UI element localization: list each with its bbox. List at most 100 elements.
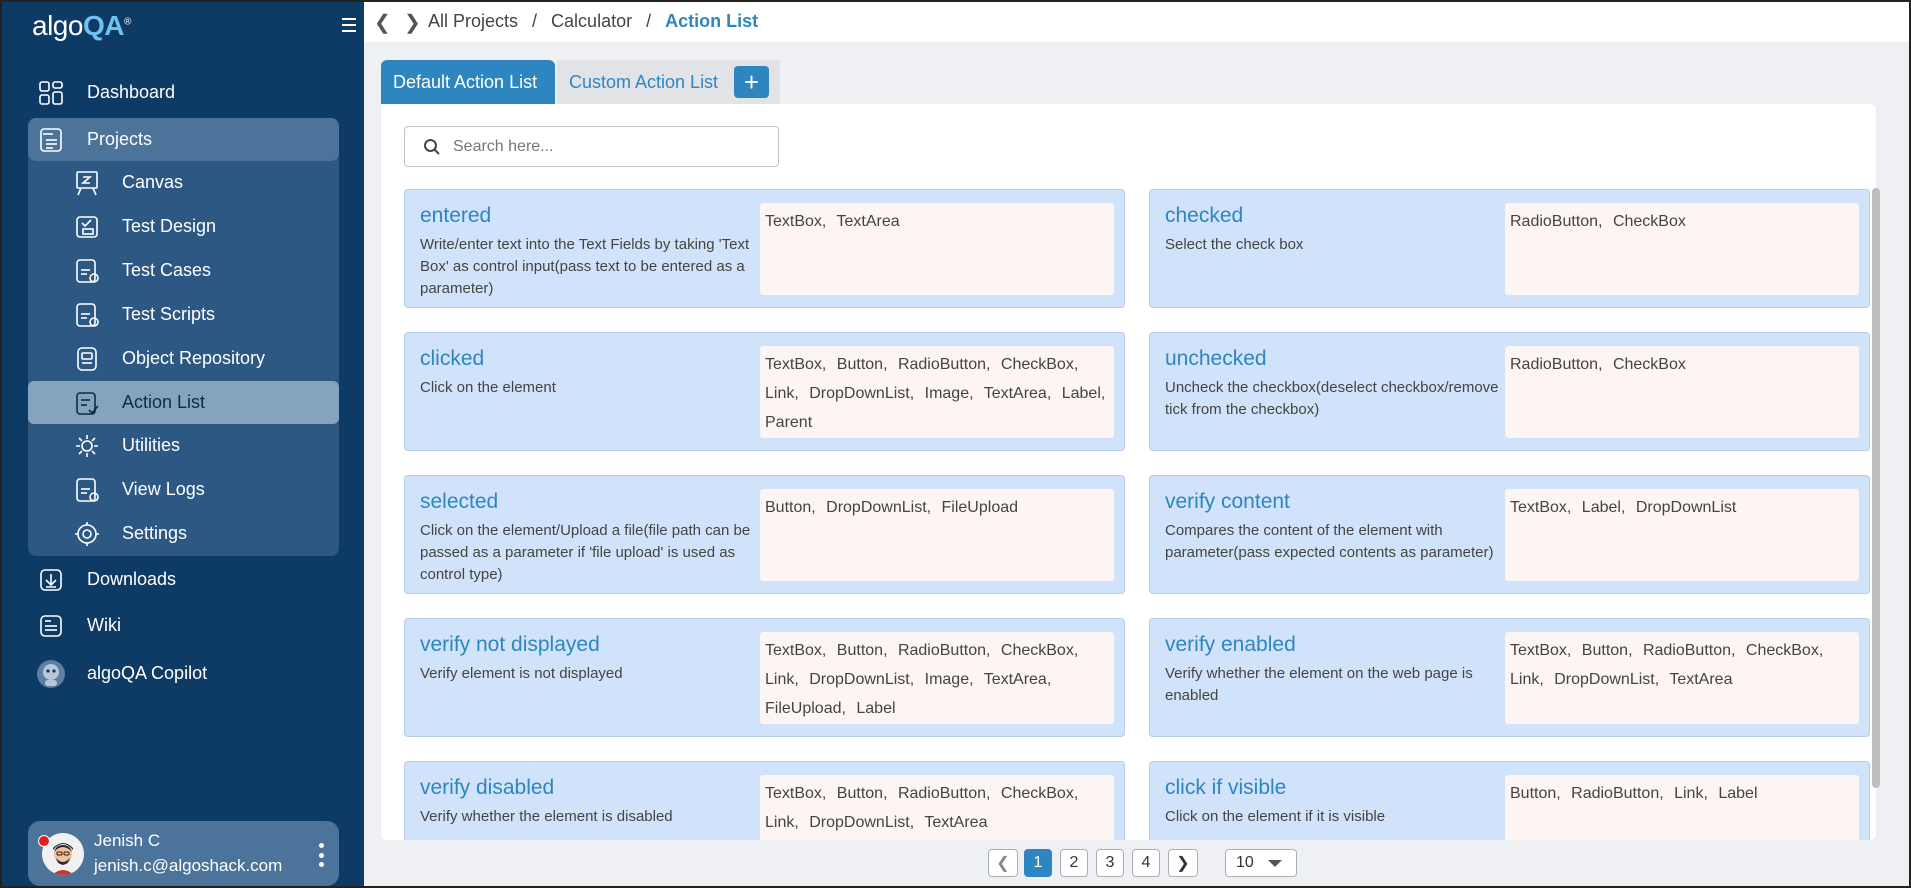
sidebar-item-wiki[interactable]: Wiki (28, 604, 339, 647)
action-title: click if visible (1165, 776, 1287, 799)
action-title: verify disabled (420, 776, 555, 799)
user-card[interactable]: Jenish C jenish.c@algoshack.com (28, 821, 339, 886)
action-list-icon (72, 388, 102, 418)
action-card[interactable]: verify content Compares the content of th… (1149, 475, 1870, 594)
user-name: Jenish C (94, 831, 161, 850)
action-controls: TextBox, Button, RadioButton, CheckBox, … (760, 775, 1114, 840)
tab-default-action-list[interactable]: Default Action List (381, 60, 555, 104)
action-card[interactable]: checked Select the check box RadioButton, … (1149, 189, 1870, 308)
sidebar-item-downloads[interactable]: Downloads (28, 558, 339, 601)
sidebar-item-label: Dashboard (87, 82, 176, 102)
forward-arrow-icon[interactable]: ❯ (404, 10, 421, 35)
chevron-down-icon (1267, 859, 1282, 867)
add-custom-action-button[interactable]: + (734, 66, 769, 98)
status-dot (38, 835, 50, 847)
breadcrumb-all-projects[interactable]: All Projects (428, 11, 518, 32)
next-page-button[interactable]: ❯ (1168, 849, 1198, 877)
page-button-3[interactable]: 3 (1096, 849, 1124, 877)
sidebar-item-object-repository[interactable]: Object Repository (28, 337, 339, 380)
action-controls: RadioButton, CheckBox (1505, 346, 1859, 438)
scrollbar[interactable] (1872, 188, 1880, 788)
wiki-icon (35, 610, 67, 642)
action-description: Verify whether the element on the web pa… (1165, 665, 1473, 704)
action-controls: TextBox, Button, RadioButton, CheckBox, … (760, 632, 1114, 724)
page-button-2[interactable]: 2 (1060, 849, 1088, 877)
sidebar-item-projects[interactable]: Projects (28, 118, 339, 161)
sidebar-item-settings[interactable]: Settings (28, 512, 339, 555)
action-description: Verify element is not displayed (420, 665, 623, 682)
more-options-icon[interactable] (318, 843, 324, 867)
action-controls: TextBox, Button, RadioButton, CheckBox, … (760, 346, 1114, 438)
logo-prefix: algo (32, 10, 83, 41)
sidebar-item-copilot[interactable]: algoQA Copilot (28, 652, 339, 695)
sidebar-item-canvas[interactable]: Canvas (28, 161, 339, 204)
page-size-select[interactable]: 10 (1225, 849, 1297, 877)
breadcrumb-separator: / (646, 11, 652, 31)
logs-icon (72, 475, 102, 505)
logo-mark: ® (123, 16, 131, 28)
menu-toggle-icon[interactable] (342, 18, 356, 32)
search-icon (424, 138, 440, 155)
prev-page-button[interactable]: ❮ (988, 849, 1018, 877)
canvas-icon (72, 168, 102, 198)
action-card[interactable]: verify enabled Verify whether the element… (1149, 618, 1870, 737)
user-email: jenish.c@algoshack.com (94, 856, 283, 875)
search-box[interactable] (404, 126, 779, 167)
action-title: verify enabled (1165, 633, 1296, 656)
sidebar-item-test-scripts[interactable]: Test Scripts (28, 293, 339, 336)
page-button-1[interactable]: 1 (1024, 849, 1052, 877)
sidebar-item-test-cases[interactable]: Test Cases (28, 249, 339, 292)
page-size-value: 10 (1236, 854, 1254, 871)
sidebar-item-label: Object Repository (122, 348, 266, 368)
script-icon (72, 300, 102, 330)
test-design-icon (72, 212, 102, 242)
action-card[interactable]: click if visible Click on the element if … (1149, 761, 1870, 840)
action-card[interactable]: verify not displayed Verify element is no… (404, 618, 1125, 737)
action-card[interactable]: verify disabled Verify whether the elemen… (404, 761, 1125, 840)
sidebar-item-view-logs[interactable]: View Logs (28, 468, 339, 511)
dashboard-icon (35, 77, 67, 109)
action-card[interactable]: selected Click on the element/Upload a fi… (404, 475, 1125, 594)
breadcrumb-separator: / (532, 11, 538, 31)
action-description: Compares the content of the element with… (1165, 522, 1494, 561)
app-logo[interactable]: algoQA® (32, 10, 131, 42)
breadcrumb-current: Action List (665, 11, 759, 31)
action-controls: TextBox, Label, DropDownList (1505, 489, 1859, 581)
action-title: clicked (420, 347, 485, 370)
bdd-icon (72, 256, 102, 286)
action-controls: TextBox, Button, RadioButton, CheckBox, … (1505, 632, 1859, 724)
sidebar-item-dashboard[interactable]: Dashboard (28, 71, 339, 114)
search-input[interactable] (453, 137, 753, 156)
action-title: selected (420, 490, 499, 513)
sidebar-item-label: Test Design (122, 216, 217, 236)
breadcrumb: All Projects / Calculator / Action List (428, 11, 758, 32)
settings-icon (72, 519, 102, 549)
sidebar-item-label: Wiki (87, 615, 121, 635)
action-description: Write/enter text into the Text Fields by… (420, 236, 750, 297)
sidebar-item-label: Projects (87, 129, 153, 149)
action-card[interactable]: unchecked Uncheck the checkbox(deselect c… (1149, 332, 1870, 451)
action-description: Select the check box (1165, 236, 1304, 253)
sidebar-item-action-list[interactable]: Action List (28, 381, 339, 424)
back-arrow-icon[interactable]: ❮ (374, 10, 391, 35)
action-title: unchecked (1165, 347, 1267, 370)
action-card[interactable]: entered Write/enter text into the Text Fi… (404, 189, 1125, 308)
page-number: 4 (1141, 854, 1151, 871)
page-button-4[interactable]: 4 (1132, 849, 1160, 877)
action-title: verify content (1165, 490, 1290, 513)
sidebar-item-label: Settings (122, 523, 188, 543)
top-bar: ❮ ❯ All Projects / Calculator / Action L… (364, 0, 1911, 42)
action-list-panel: entered Write/enter text into the Text Fi… (381, 104, 1876, 840)
sidebar-item-label: Utilities (122, 435, 181, 455)
sidebar-item-utilities[interactable]: Utilities (28, 424, 339, 467)
download-icon (35, 564, 67, 596)
sidebar-item-test-design[interactable]: Test Design (28, 205, 339, 248)
action-controls: TextBox, TextArea (760, 203, 1114, 295)
action-title: checked (1165, 204, 1244, 227)
sidebar-item-label: Action List (122, 392, 206, 412)
sidebar-item-label: Downloads (87, 569, 177, 589)
tab-label: Custom Action List (569, 71, 719, 92)
copilot-icon (35, 658, 67, 690)
breadcrumb-calculator[interactable]: Calculator (551, 11, 632, 32)
action-card[interactable]: clicked Click on the element TextBox, Butt… (404, 332, 1125, 451)
